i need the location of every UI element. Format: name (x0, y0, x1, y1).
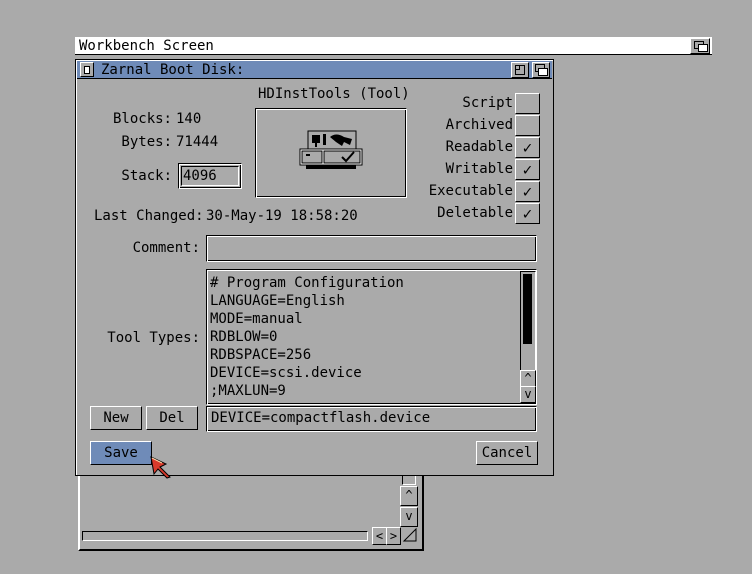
scroll-up-arrow-icon[interactable]: ^ (400, 486, 418, 506)
flag-checkbox-executable[interactable]: ✓ (515, 181, 540, 202)
flag-label: Deletable (437, 205, 513, 221)
mouse-pointer-icon (150, 456, 174, 484)
tooltype-edit-field[interactable]: DEVICE=compactflash.device (206, 406, 537, 432)
save-button[interactable]: Save (90, 441, 152, 465)
flag-label: Archived (445, 117, 513, 133)
stack-label: Stack: (121, 168, 172, 184)
bytes-label: Bytes: (121, 134, 172, 150)
info-window[interactable]: Zarnal Boot Disk: HDInstTools (Tool) Blo… (75, 59, 554, 479)
stack-field[interactable]: 4096 (178, 163, 242, 189)
screen-title: Workbench Screen (79, 38, 214, 54)
screen-depth-gadget-icon[interactable] (690, 38, 710, 54)
flag-row-executable: Executable ✓ (406, 181, 542, 202)
flag-label: Executable (428, 183, 513, 199)
zoom-icon[interactable] (511, 62, 529, 78)
vertical-scroll-knob[interactable] (402, 475, 416, 485)
cancel-button[interactable]: Cancel (476, 441, 538, 465)
scroll-down-arrow-icon[interactable]: v (520, 386, 536, 403)
scroll-down-arrow-icon[interactable]: v (400, 507, 418, 527)
stack-input[interactable]: 4096 (183, 168, 217, 184)
comment-label: Comment: (132, 240, 200, 256)
flag-row-deletable: Deletable ✓ (406, 203, 542, 224)
flag-label: Readable (445, 139, 513, 155)
background-vertical-scrollbar[interactable]: ^ v (400, 473, 418, 545)
tooltypes-list[interactable]: # Program Configuration LANGUAGE=English M… (206, 269, 537, 405)
tooltype-line[interactable]: LANGUAGE=English (210, 293, 345, 309)
flag-checkbox-readable[interactable]: ✓ (515, 137, 540, 158)
blocks-label: Blocks: (112, 111, 172, 127)
tooltype-line[interactable]: RDBLOW=0 (210, 329, 277, 345)
tooltype-line[interactable]: # Program Configuration (210, 275, 404, 291)
checkmark-icon: ✓ (522, 138, 533, 157)
tooltypes-label: Tool Types: (107, 330, 200, 346)
flag-label: Script (462, 95, 513, 111)
scroll-right-arrow-icon[interactable]: > (386, 527, 401, 545)
tooltypes-scroll-knob[interactable] (523, 274, 532, 344)
comment-field[interactable] (206, 235, 537, 262)
tooltype-line[interactable]: MODE=manual (210, 311, 303, 327)
tooltype-edit-input[interactable]: DEVICE=compactflash.device (211, 410, 430, 426)
flag-row-script: Script (406, 93, 542, 114)
scroll-up-arrow-icon[interactable]: ^ (520, 370, 536, 387)
flag-checkbox-script[interactable] (515, 93, 540, 114)
flag-row-readable: Readable ✓ (406, 137, 542, 158)
bytes-value: 71444 (176, 134, 219, 150)
screen-title-bar[interactable]: Workbench Screen (75, 37, 712, 55)
last-changed-value: 30-May-19 18:58:20 (206, 208, 358, 224)
tooltype-line[interactable]: DEVICE=scsi.device (210, 365, 362, 381)
flag-label: Writable (445, 161, 513, 177)
background-window[interactable]: < > (78, 473, 424, 551)
last-changed-label: Last Changed: (94, 208, 204, 224)
tool-icon[interactable] (298, 129, 364, 177)
blocks-value: 140 (176, 111, 202, 127)
tool-title: HDInstTools (Tool) (258, 86, 410, 102)
flag-checkbox-deletable[interactable]: ✓ (515, 203, 540, 224)
window-title-bar[interactable]: Zarnal Boot Disk: (77, 61, 552, 79)
new-tooltype-button[interactable]: New (90, 406, 142, 430)
checkmark-icon: ✓ (522, 182, 533, 201)
flag-checkbox-archived[interactable] (515, 115, 540, 136)
flag-row-archived: Archived (406, 115, 542, 136)
icon-frame (255, 108, 407, 198)
checkmark-icon: ✓ (522, 204, 533, 223)
delete-tooltype-button[interactable]: Del (146, 406, 198, 430)
window-title: Zarnal Boot Disk: (101, 62, 245, 78)
flag-row-writable: Writable ✓ (406, 159, 542, 180)
close-icon[interactable] (80, 62, 94, 77)
scroll-left-arrow-icon[interactable]: < (372, 527, 387, 545)
horizontal-scrollbar[interactable] (82, 531, 368, 541)
flag-checkbox-writable[interactable]: ✓ (515, 159, 540, 180)
tooltype-line[interactable]: RDBSPACE=256 (210, 347, 311, 363)
tooltype-line[interactable]: ;MAXLUN=9 (210, 383, 286, 399)
depth-icon[interactable] (532, 62, 550, 78)
tooltypes-scroll-track[interactable] (520, 271, 536, 371)
checkmark-icon: ✓ (522, 160, 533, 179)
